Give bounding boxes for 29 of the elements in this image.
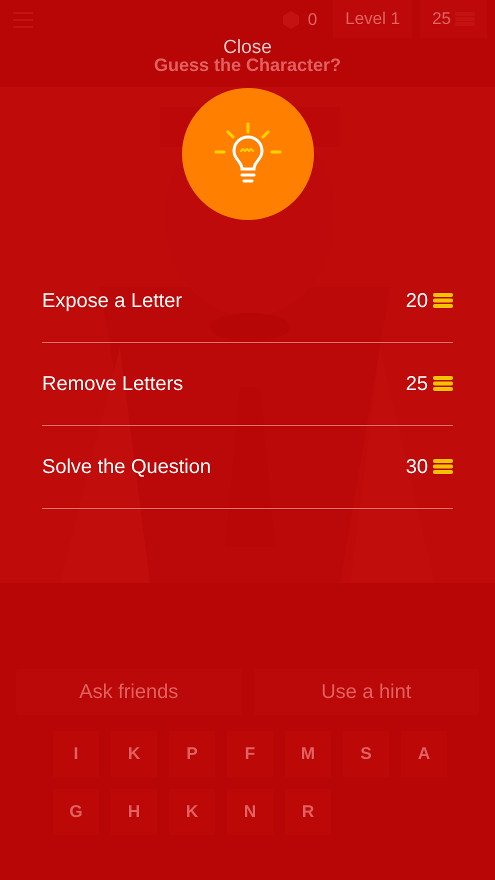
hint-label: Solve the Question	[42, 454, 211, 480]
hint-cost: 20	[406, 288, 428, 314]
letter-key[interactable]: H	[111, 789, 157, 835]
coin-stack-icon	[433, 293, 453, 308]
letter-key[interactable]: S	[343, 731, 389, 777]
letter-key[interactable]: K	[111, 731, 157, 777]
letter-key[interactable]: I	[53, 731, 99, 777]
score-count: 0	[308, 9, 318, 32]
question-title: Guess the Character?	[152, 54, 342, 77]
level-label: Level 1	[333, 0, 412, 38]
letter-key[interactable]: F	[227, 731, 273, 777]
hint-option[interactable]: Solve the Question 30	[42, 426, 453, 508]
hint-cost: 30	[406, 454, 428, 480]
hint-label: Remove Letters	[42, 372, 184, 396]
letter-key[interactable]: A	[401, 731, 447, 777]
hint-cost: 25	[406, 372, 428, 396]
coin-stack-icon	[433, 459, 453, 474]
hint-option[interactable]: Remove Letters 25	[42, 342, 453, 426]
hint-option[interactable]: Expose a Letter 20	[42, 260, 453, 342]
letter-key[interactable]: P	[169, 731, 215, 777]
letter-key[interactable]: N	[227, 789, 273, 835]
coin-counter: 25	[420, 0, 487, 38]
lightbulb-icon	[214, 122, 282, 186]
hint-label: Expose a Letter	[42, 288, 182, 314]
letter-key[interactable]: M	[285, 731, 331, 777]
coin-stack-icon	[433, 376, 453, 391]
letter-key[interactable]: K	[169, 789, 215, 835]
letter-key[interactable]: G	[53, 789, 99, 835]
letter-key[interactable]: R	[285, 789, 331, 835]
